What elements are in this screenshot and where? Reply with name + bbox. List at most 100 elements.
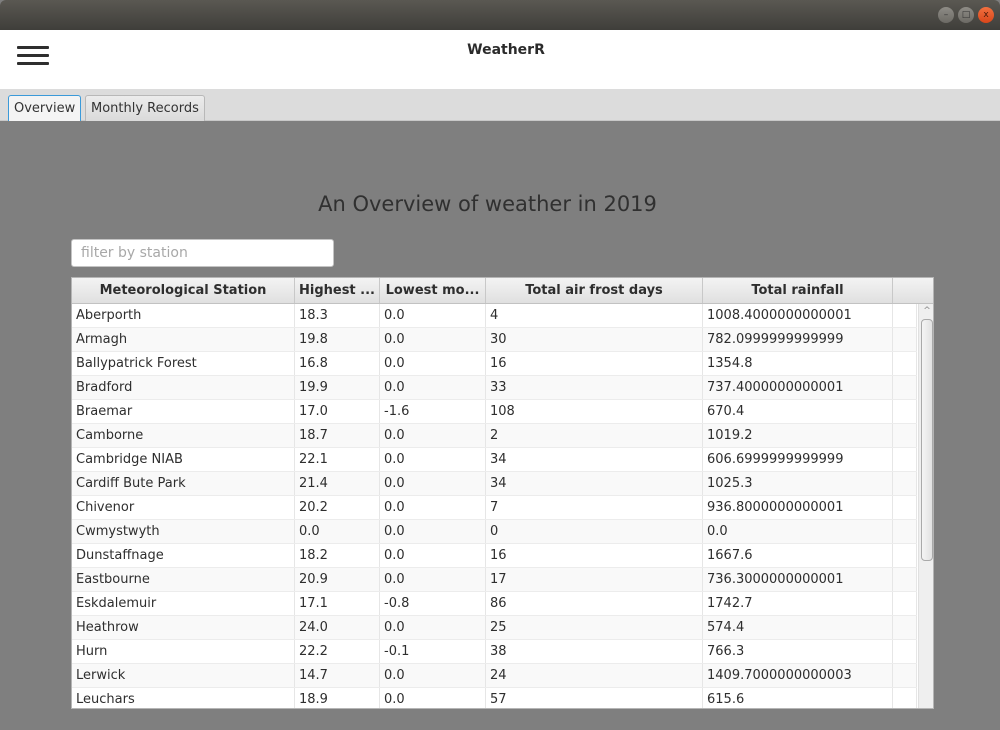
table-body: Aberporth 18.3 0.0 4 1008.4000000000001 Armag… [72, 304, 917, 708]
column-header-frost-days[interactable]: Total air frost days [486, 278, 703, 303]
cell-rainfall: 936.8000000000001 [703, 496, 893, 519]
cell-lowest: 0.0 [380, 664, 486, 687]
overview-panel: An Overview of weather in 2019 Meteorolo… [0, 121, 1000, 730]
cell-station: Cwmystwyth [72, 520, 295, 543]
scrollbar-thumb[interactable] [921, 319, 933, 561]
cell-frost-days: 2 [486, 424, 703, 447]
table-row[interactable]: Ballypatrick Forest 16.8 0.0 16 1354.8 [72, 352, 917, 376]
cell-frost-days: 25 [486, 616, 703, 639]
cell-highest: 22.2 [295, 640, 380, 663]
table-row[interactable]: Hurn 22.2 -0.1 38 766.3 [72, 640, 917, 664]
table-row[interactable]: Eastbourne 20.9 0.0 17 736.3000000000001 [72, 568, 917, 592]
cell-lowest: 0.0 [380, 352, 486, 375]
cell-lowest: -0.8 [380, 592, 486, 615]
cell-filler [893, 520, 917, 543]
table-row[interactable]: Cardiff Bute Park 21.4 0.0 34 1025.3 [72, 472, 917, 496]
column-header-filler [893, 278, 933, 303]
table-row[interactable]: Leuchars 18.9 0.0 57 615.6 [72, 688, 917, 708]
cell-lowest: -1.6 [380, 400, 486, 423]
cell-lowest: 0.0 [380, 568, 486, 591]
table-row[interactable]: Bradford 19.9 0.0 33 737.4000000000001 [72, 376, 917, 400]
cell-filler [893, 376, 917, 399]
cell-lowest: -0.1 [380, 640, 486, 663]
cell-rainfall: 615.6 [703, 688, 893, 708]
cell-highest: 24.0 [295, 616, 380, 639]
cell-rainfall: 1025.3 [703, 472, 893, 495]
cell-highest: 17.0 [295, 400, 380, 423]
table-row[interactable]: Aberporth 18.3 0.0 4 1008.4000000000001 [72, 304, 917, 328]
cell-rainfall: 782.0999999999999 [703, 328, 893, 351]
column-header-highest[interactable]: Highest ... [295, 278, 380, 303]
cell-frost-days: 24 [486, 664, 703, 687]
table-row[interactable]: Braemar 17.0 -1.6 108 670.4 [72, 400, 917, 424]
cell-lowest: 0.0 [380, 544, 486, 567]
weather-table: Meteorological Station Highest ... Lowes… [71, 277, 934, 709]
cell-frost-days: 33 [486, 376, 703, 399]
table-row[interactable]: Camborne 18.7 0.0 2 1019.2 [72, 424, 917, 448]
cell-filler [893, 472, 917, 495]
cell-station: Aberporth [72, 304, 295, 327]
cell-filler [893, 448, 917, 471]
cell-frost-days: 38 [486, 640, 703, 663]
cell-filler [893, 544, 917, 567]
page-title: An Overview of weather in 2019 [318, 192, 657, 216]
cell-highest: 16.8 [295, 352, 380, 375]
tab-overview[interactable]: Overview [8, 95, 82, 121]
cell-rainfall: 606.6999999999999 [703, 448, 893, 471]
table-row[interactable]: Armagh 19.8 0.0 30 782.0999999999999 [72, 328, 917, 352]
cell-highest: 17.1 [295, 592, 380, 615]
table-row[interactable]: Chivenor 20.2 0.0 7 936.8000000000001 [72, 496, 917, 520]
cell-highest: 19.9 [295, 376, 380, 399]
cell-highest: 18.9 [295, 688, 380, 708]
cell-frost-days: 17 [486, 568, 703, 591]
minimize-window-button[interactable]: – [938, 7, 954, 23]
cell-filler [893, 568, 917, 591]
cell-station: Cardiff Bute Park [72, 472, 295, 495]
cell-station: Ballypatrick Forest [72, 352, 295, 375]
scroll-up-arrow-icon[interactable]: ^ [919, 304, 933, 318]
cell-frost-days: 16 [486, 544, 703, 567]
table-row[interactable]: Heathrow 24.0 0.0 25 574.4 [72, 616, 917, 640]
cell-lowest: 0.0 [380, 472, 486, 495]
cell-highest: 20.2 [295, 496, 380, 519]
table-header: Meteorological Station Highest ... Lowes… [72, 278, 933, 304]
cell-rainfall: 670.4 [703, 400, 893, 423]
window-titlebar: – □ x [0, 0, 1000, 30]
cell-highest: 14.7 [295, 664, 380, 687]
table-row[interactable]: Eskdalemuir 17.1 -0.8 86 1742.7 [72, 592, 917, 616]
table-row[interactable]: Lerwick 14.7 0.0 24 1409.7000000000003 [72, 664, 917, 688]
cell-lowest: 0.0 [380, 328, 486, 351]
cell-rainfall: 1409.7000000000003 [703, 664, 893, 687]
cell-station: Eskdalemuir [72, 592, 295, 615]
cell-rainfall: 1008.4000000000001 [703, 304, 893, 327]
cell-lowest: 0.0 [380, 688, 486, 708]
cell-filler [893, 424, 917, 447]
tab-bar: Overview Monthly Records [0, 89, 1000, 121]
cell-frost-days: 34 [486, 472, 703, 495]
column-header-rainfall[interactable]: Total rainfall [703, 278, 893, 303]
cell-frost-days: 86 [486, 592, 703, 615]
maximize-window-button[interactable]: □ [958, 7, 974, 23]
station-filter-input[interactable] [71, 239, 334, 267]
cell-highest: 0.0 [295, 520, 380, 543]
hamburger-line [17, 62, 49, 65]
cell-rainfall: 1742.7 [703, 592, 893, 615]
cell-frost-days: 57 [486, 688, 703, 708]
tab-monthly-records[interactable]: Monthly Records [85, 95, 205, 121]
cell-station: Lerwick [72, 664, 295, 687]
table-row[interactable]: Cambridge NIAB 22.1 0.0 34 606.6999999999999 [72, 448, 917, 472]
cell-frost-days: 7 [486, 496, 703, 519]
cell-station: Bradford [72, 376, 295, 399]
table-row[interactable]: Cwmystwyth 0.0 0.0 0 0.0 [72, 520, 917, 544]
column-header-station[interactable]: Meteorological Station [72, 278, 295, 303]
cell-station: Heathrow [72, 616, 295, 639]
vertical-scrollbar[interactable]: ^ [918, 304, 933, 708]
cell-rainfall: 736.3000000000001 [703, 568, 893, 591]
cell-frost-days: 4 [486, 304, 703, 327]
close-window-button[interactable]: x [978, 7, 994, 23]
cell-highest: 18.2 [295, 544, 380, 567]
table-row[interactable]: Dunstaffnage 18.2 0.0 16 1667.6 [72, 544, 917, 568]
cell-station: Braemar [72, 400, 295, 423]
column-header-lowest[interactable]: Lowest mo... [380, 278, 486, 303]
cell-rainfall: 766.3 [703, 640, 893, 663]
